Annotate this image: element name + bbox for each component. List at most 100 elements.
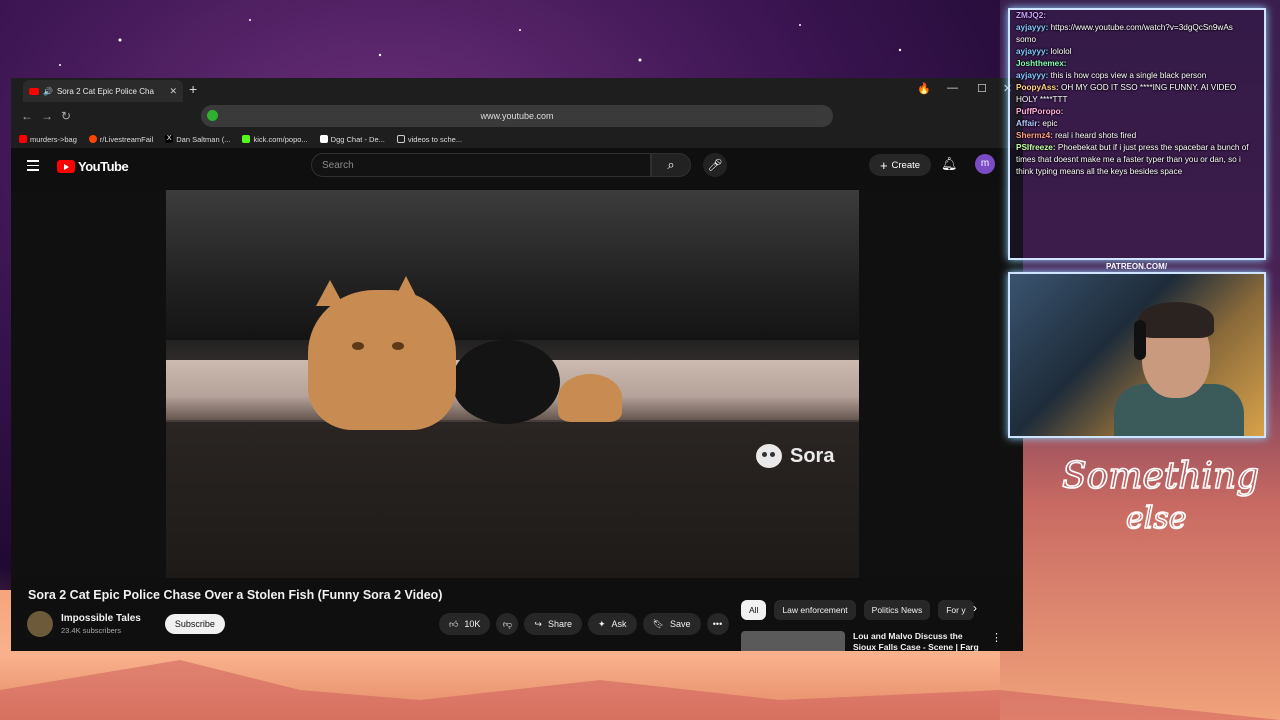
headset-icon xyxy=(1134,320,1146,360)
orange-cat-background xyxy=(558,374,622,422)
channel-info: Impossible Tales 23.4K subscribers xyxy=(61,613,141,635)
something-else-logo: Something else xyxy=(1061,455,1260,534)
bookmark-item[interactable]: kick.com/popo... xyxy=(242,134,308,144)
more-vert-icon[interactable]: ⋮ xyxy=(991,631,1002,653)
browser-tab-active[interactable]: 🔊 Sora 2 Cat Epic Police Cha ✕ xyxy=(23,80,183,102)
tab-strip: 🔊 Sora 2 Cat Epic Police Cha ✕ + 🔥 — ☐ ✕ xyxy=(11,78,1023,102)
chip-law-enforcement[interactable]: Law enforcement xyxy=(774,600,856,620)
back-button[interactable]: ← xyxy=(21,109,33,123)
bookmark-item[interactable]: murders->bag xyxy=(19,135,77,144)
search-button[interactable]: ⌕ xyxy=(651,153,691,177)
recommendation-item[interactable]: Lou and Malvo Discuss the Sioux Falls Ca… xyxy=(741,631,1002,653)
sora-logo-icon xyxy=(756,444,782,468)
chat-message: PuffPoropo: xyxy=(1010,106,1264,118)
search-placeholder: Search xyxy=(322,160,354,171)
chat-message: Affair: epic xyxy=(1010,118,1264,130)
youtube-icon xyxy=(19,135,27,143)
related-chips: All Law enforcement Politics News For y xyxy=(741,600,974,620)
channel-name[interactable]: Impossible Tales xyxy=(61,613,141,624)
youtube-logo[interactable]: YouTube xyxy=(57,159,129,174)
reload-button[interactable]: ↻ xyxy=(61,109,71,123)
thumbs-down-icon: 👎︎ xyxy=(502,618,512,629)
bookmark-label: kick.com/popo... xyxy=(253,134,308,144)
share-label: Share xyxy=(547,619,572,629)
youtube-header: YouTube Search ⌕ 🎤︎ + Create 🔔︎ m xyxy=(11,148,1023,184)
channel-row: Impossible Tales 23.4K subscribers Subsc… xyxy=(27,611,225,637)
bookmark-label: Dgg Chat - De... xyxy=(330,134,385,144)
ellipsis-icon: ••• xyxy=(712,619,723,629)
recommendation-title[interactable]: Lou and Malvo Discuss the Sioux Falls Ca… xyxy=(853,631,983,653)
forward-button[interactable]: → xyxy=(41,109,53,123)
save-button[interactable]: 🔖︎ Save xyxy=(642,613,701,635)
youtube-favicon-icon xyxy=(29,87,39,95)
bookmark-item[interactable]: X Dan Saltman (... xyxy=(165,135,230,144)
maximize-button[interactable]: ☐ xyxy=(977,82,987,95)
minimize-button[interactable]: — xyxy=(947,82,958,94)
chat-user: Affair: xyxy=(1016,119,1041,128)
chat-text: this is how cops view a single black per… xyxy=(1050,71,1207,80)
dislike-button[interactable]: 👎︎ xyxy=(496,613,519,635)
sora-watermark: Sora xyxy=(756,444,834,468)
chat-text: https://www.youtube.com/watch?v=3dgQcSn9… xyxy=(1050,23,1233,32)
chat-text: lololol xyxy=(1050,47,1072,56)
channel-avatar[interactable] xyxy=(27,611,53,637)
bookmark-label: murders->bag xyxy=(30,134,77,144)
new-tab-button[interactable]: + xyxy=(189,81,197,97)
microphone-button[interactable]: 🎤︎ xyxy=(703,153,727,177)
chat-text: epic xyxy=(1042,119,1058,128)
bookmark-item[interactable]: r/LivestreamFail xyxy=(88,135,153,144)
chevron-right-icon[interactable]: › xyxy=(973,601,977,615)
folder-icon xyxy=(396,135,405,143)
bookmark-label: videos to sche... xyxy=(407,134,463,144)
more-actions-button[interactable]: ••• xyxy=(706,613,729,635)
tab-title: Sora 2 Cat Epic Police Cha xyxy=(56,86,154,96)
patreon-label: PATREON.COM/ xyxy=(1106,262,1168,271)
chip-all[interactable]: All xyxy=(741,600,767,620)
kick-icon xyxy=(242,135,251,143)
bookmark-item[interactable]: Dgg Chat - De... xyxy=(319,134,385,144)
hamburger-menu-icon[interactable] xyxy=(27,160,39,174)
logo-text-2: else xyxy=(1126,501,1187,534)
video-title: Sora 2 Cat Epic Police Chase Over a Stol… xyxy=(28,588,443,602)
chat-message: somo xyxy=(1010,34,1264,46)
account-avatar[interactable]: m xyxy=(975,154,995,174)
bookmarks-bar: murders->bag r/LivestreamFail X Dan Saltm… xyxy=(11,130,1023,148)
chat-message: ayjayyy: lololol xyxy=(1010,46,1264,58)
chat-user: PuffPoropo: xyxy=(1016,107,1064,116)
chat-user: Joshthemex: xyxy=(1016,59,1067,68)
webcam-feed xyxy=(1008,272,1266,438)
chat-message: PoopyAss: OH MY GOD IT SSO ****ING FUNNY… xyxy=(1010,82,1264,106)
chat-user: ayjayyy: xyxy=(1016,23,1049,32)
chat-user: PSIfreeze: xyxy=(1016,143,1056,152)
video-frame[interactable]: Sora xyxy=(166,190,859,578)
chat-message: Shermz4: real i heard shots fired xyxy=(1010,130,1264,142)
address-bar[interactable]: www.youtube.com xyxy=(201,105,833,127)
chat-message: PSIfreeze: Phoebekat but if i just press… xyxy=(1010,142,1264,178)
video-actions: 👍︎ 10K 👎︎ ↪ Share ✦ Ask 🔖︎ Save ••• xyxy=(439,613,729,635)
nav-bar: ← → ↻ www.youtube.com xyxy=(11,102,1023,130)
subscribe-button[interactable]: Subscribe xyxy=(164,614,225,634)
share-button[interactable]: ↪ Share xyxy=(524,613,582,635)
chip-for-you[interactable]: For y xyxy=(938,600,974,620)
notifications-bell-icon[interactable]: 🔔︎ xyxy=(941,156,958,172)
flame-icon[interactable]: 🔥 xyxy=(917,82,931,95)
recommendation-thumbnail[interactable] xyxy=(741,631,845,651)
like-button[interactable]: 👍︎ 10K xyxy=(439,613,491,635)
close-tab-icon[interactable]: ✕ xyxy=(169,86,177,97)
chat-text: real i heard shots fired xyxy=(1055,131,1137,140)
thumbs-up-icon: 👍︎ xyxy=(449,618,459,629)
video-player[interactable]: Sora xyxy=(11,190,1023,578)
chat-message: ZMJQ2: xyxy=(1010,10,1264,22)
chip-politics-news[interactable]: Politics News xyxy=(863,600,931,620)
url-text: www.youtube.com xyxy=(480,111,554,121)
bookmark-item[interactable]: videos to sche... xyxy=(396,134,463,144)
car-wheel xyxy=(452,340,560,424)
speaker-icon: 🔊 xyxy=(43,86,53,96)
logo-text-1: Something xyxy=(1062,456,1259,497)
create-button[interactable]: + Create xyxy=(869,154,931,176)
channel-subscribers: 23.4K subscribers xyxy=(61,626,122,635)
search-input[interactable]: Search xyxy=(311,153,651,177)
ask-button[interactable]: ✦ Ask xyxy=(588,613,637,635)
stream-chat-overlay: ZMJQ2: ayjayyy: https://www.youtube.com/… xyxy=(1008,8,1266,260)
browser-window: 🔊 Sora 2 Cat Epic Police Cha ✕ + 🔥 — ☐ ✕… xyxy=(11,78,1023,653)
